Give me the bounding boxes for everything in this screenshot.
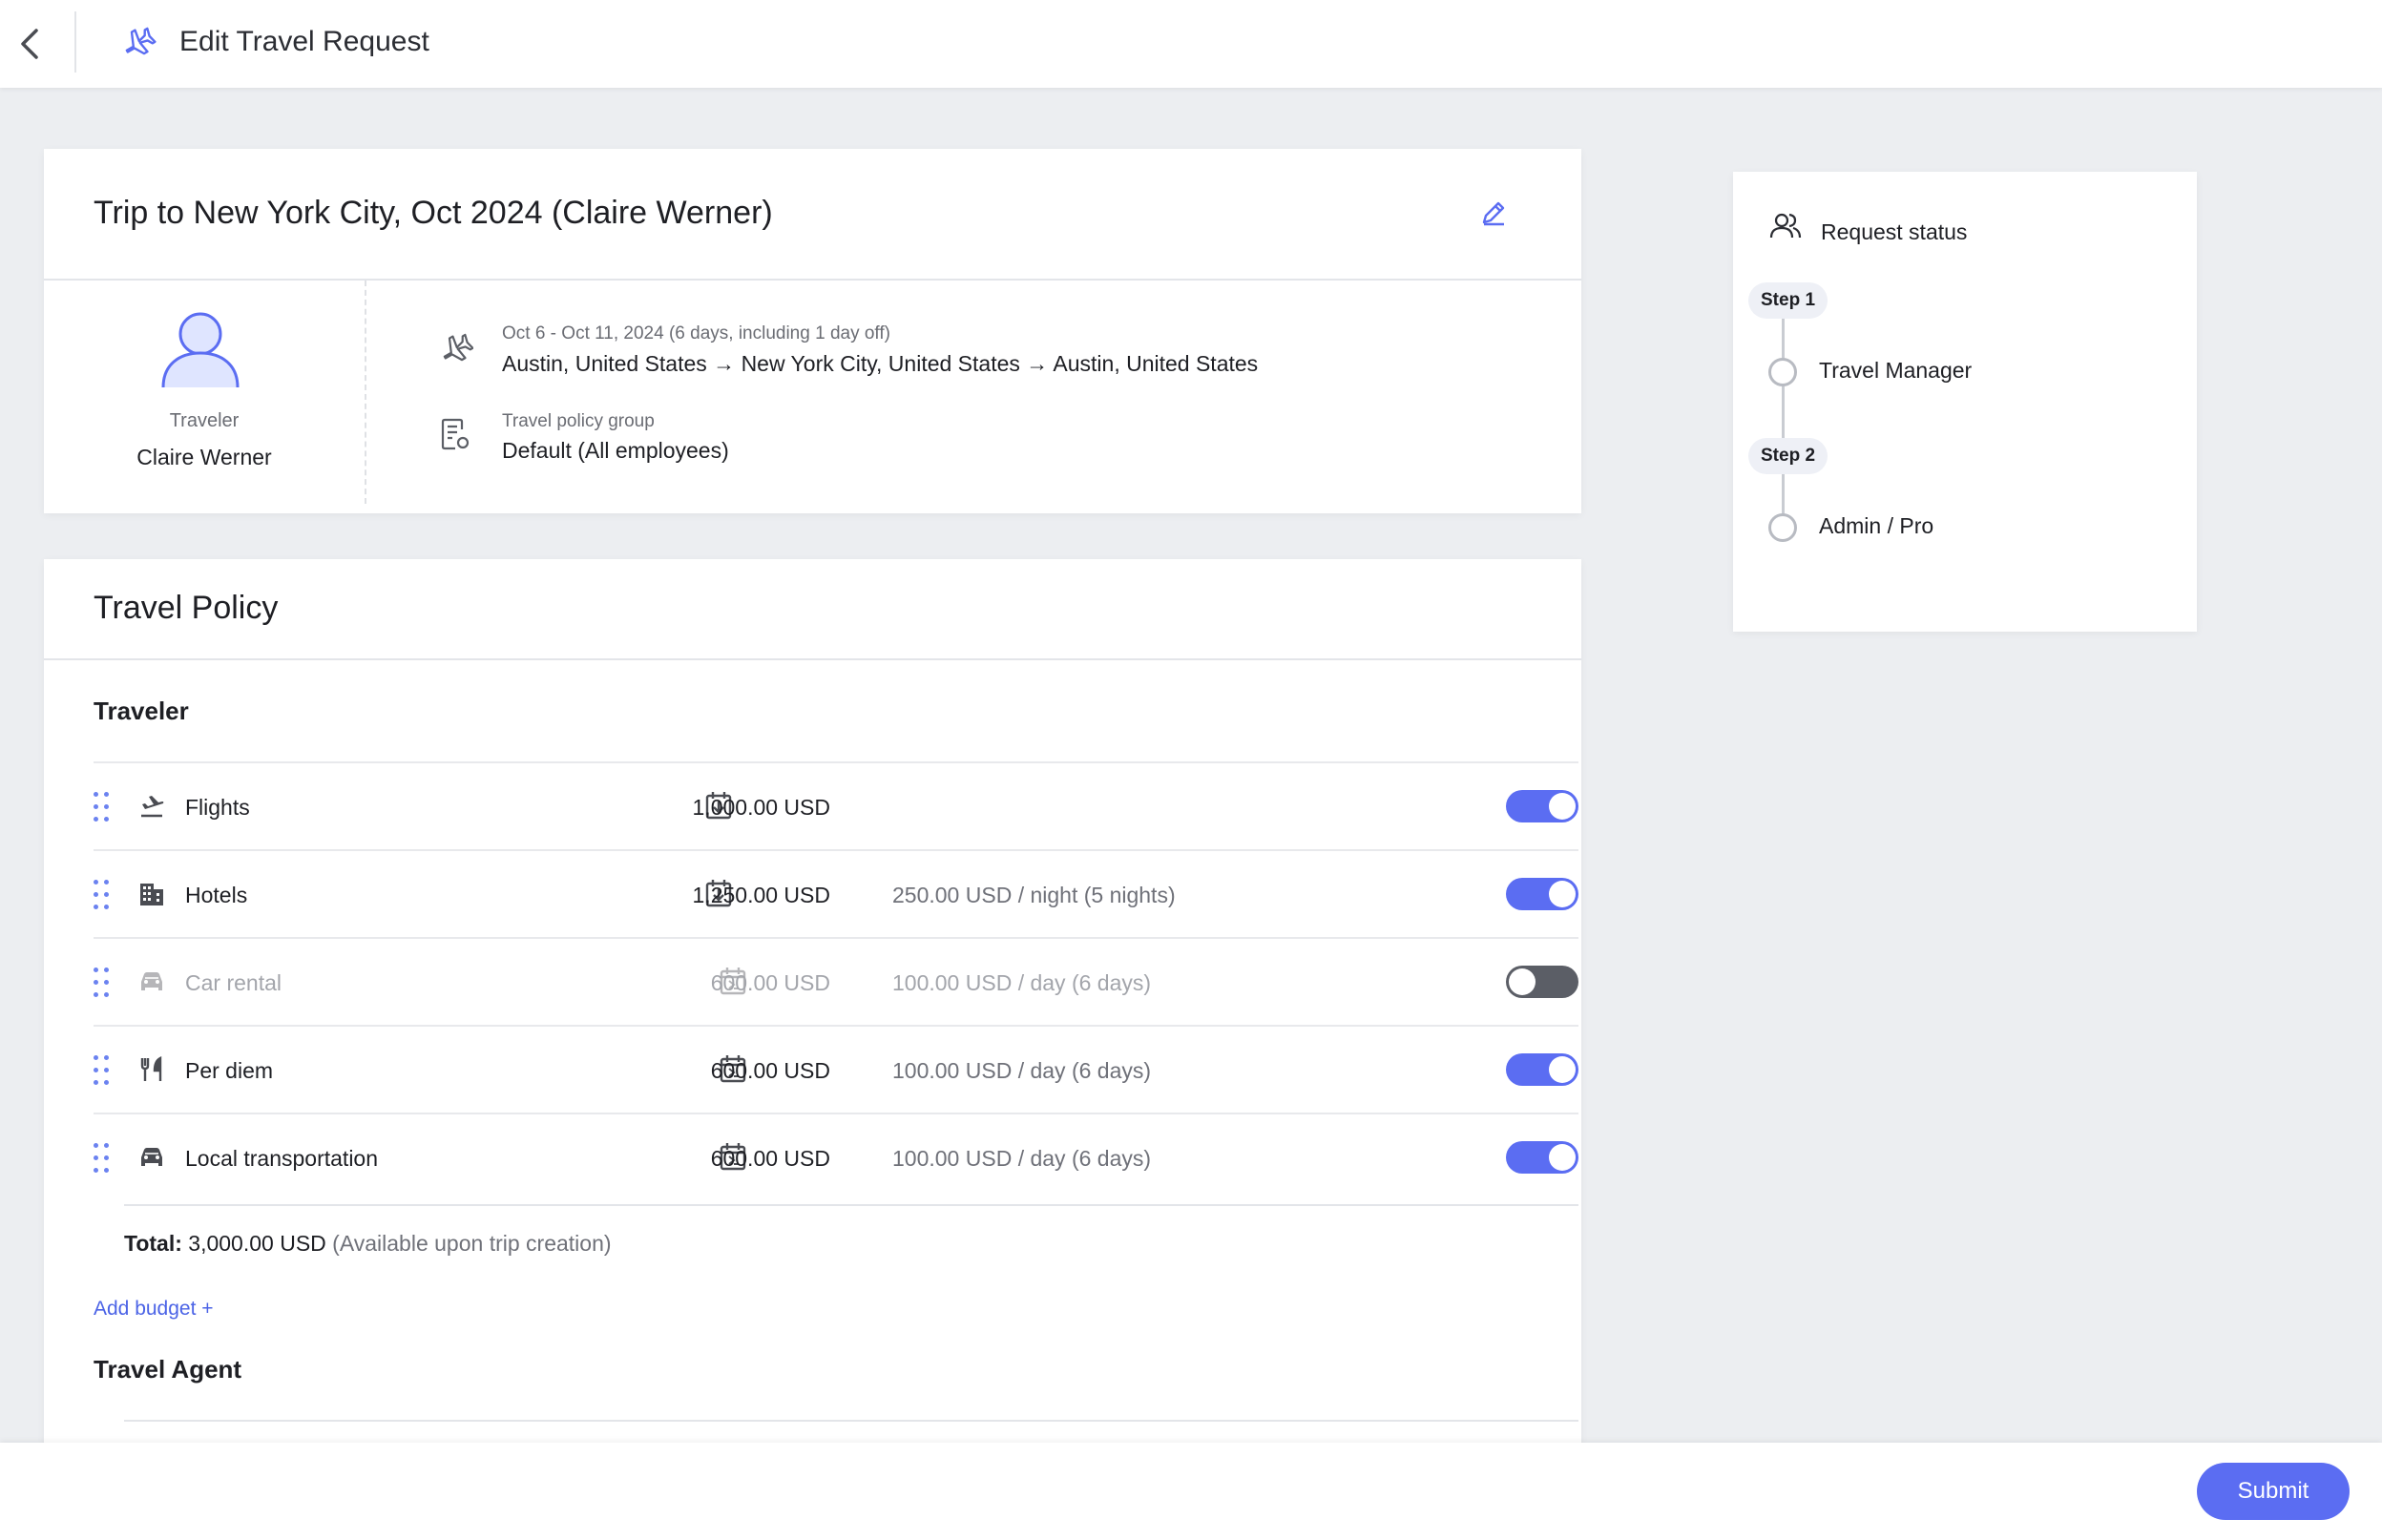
trip-route: Austin, United States → New York City, U… bbox=[502, 351, 1259, 376]
toggle-knob bbox=[1549, 1144, 1576, 1171]
traveler-label: Traveler bbox=[169, 410, 240, 431]
budget-rate: 100.00 USD / day (6 days) bbox=[892, 1058, 1152, 1083]
policy-group-value: Default (All employees) bbox=[502, 438, 729, 463]
add-budget-link[interactable]: Add budget + bbox=[94, 1298, 214, 1321]
chevron-left-icon bbox=[21, 29, 38, 59]
budget-amount: 1,250.00 USD bbox=[692, 883, 830, 907]
budget-total: Total: 3,000.00 USD (Available upon trip… bbox=[124, 1231, 612, 1257]
card-divider bbox=[44, 279, 1581, 281]
budget-row-hotels: Hotels 1,250.00 USD 250.00 USD / night (… bbox=[94, 849, 1578, 937]
step-approver: Travel Manager bbox=[1819, 358, 1973, 383]
request-status-card: Request status Step 1 Travel Manager Ste… bbox=[1733, 172, 2197, 632]
travel-policy-card: Travel Policy Traveler Flights 1,000.00 … bbox=[44, 559, 1581, 1540]
travel-agent-section-heading: Travel Agent bbox=[94, 1355, 242, 1384]
step-connector bbox=[1782, 317, 1785, 525]
agent-divider bbox=[124, 1420, 1578, 1422]
top-bar: Edit Travel Request bbox=[0, 0, 2382, 88]
step-badge: Step 1 bbox=[1748, 282, 1828, 319]
card-divider bbox=[44, 658, 1581, 660]
submit-button[interactable]: Submit bbox=[2197, 1463, 2350, 1520]
step-badge: Step 2 bbox=[1748, 438, 1828, 474]
budget-row-per-diem: Per diem 600.00 USD 100.00 USD / day (6 … bbox=[94, 1025, 1578, 1113]
toggle-knob bbox=[1509, 968, 1536, 995]
budget-toggle[interactable] bbox=[1506, 1053, 1578, 1086]
total-value: 3,000.00 USD bbox=[188, 1231, 326, 1256]
budget-toggle[interactable] bbox=[1506, 1141, 1578, 1174]
traveler-avatar-icon bbox=[161, 312, 240, 388]
rows-divider bbox=[124, 1204, 1578, 1206]
budget-toggle[interactable] bbox=[1506, 966, 1578, 998]
back-button[interactable] bbox=[10, 23, 52, 65]
budget-rate: 100.00 USD / day (6 days) bbox=[892, 970, 1152, 995]
traveler-name: Claire Werner bbox=[136, 445, 272, 469]
trip-dates: Oct 6 - Oct 11, 2024 (6 days, including … bbox=[502, 323, 890, 343]
budget-amount: 600.00 USD bbox=[710, 1058, 830, 1083]
budget-amount: 1,000.00 USD bbox=[692, 795, 830, 820]
users-icon bbox=[1769, 213, 1802, 239]
status-title: Request status bbox=[1821, 219, 1968, 244]
footer-bar: Submit bbox=[0, 1443, 2382, 1540]
budget-toggle[interactable] bbox=[1506, 790, 1578, 822]
policy-group-label: Travel policy group bbox=[502, 411, 655, 431]
toggle-knob bbox=[1549, 1056, 1576, 1083]
total-note: (Available upon trip creation) bbox=[332, 1231, 612, 1256]
budget-rate: 100.00 USD / day (6 days) bbox=[892, 1146, 1152, 1171]
travel-policy-title: Travel Policy bbox=[94, 590, 279, 626]
step-approver: Admin / Pro bbox=[1819, 513, 1934, 538]
budget-amount: 600.00 USD bbox=[710, 1146, 830, 1171]
pencil-icon bbox=[1482, 201, 1505, 226]
header-divider bbox=[74, 11, 76, 73]
budget-amount: 600.00 USD bbox=[710, 970, 830, 995]
budget-row-local-transportation: Local transportation 600.00 USD 100.00 U… bbox=[94, 1113, 1578, 1200]
toggle-knob bbox=[1549, 881, 1576, 907]
step-circle-icon bbox=[1768, 513, 1797, 542]
budget-row-car-rental: Car rental 600.00 USD 100.00 USD / day (… bbox=[94, 937, 1578, 1025]
airplane-icon bbox=[125, 27, 157, 55]
trip-summary-card: Trip to New York City, Oct 2024 (Claire … bbox=[44, 149, 1581, 513]
total-label: Total: bbox=[124, 1231, 182, 1256]
budget-toggle[interactable] bbox=[1506, 878, 1578, 910]
step-circle-icon bbox=[1768, 358, 1797, 386]
toggle-knob bbox=[1549, 793, 1576, 820]
policy-document-icon bbox=[441, 418, 470, 450]
edit-trip-button[interactable] bbox=[1479, 198, 1508, 227]
traveler-section-heading: Traveler bbox=[94, 697, 189, 725]
airplane-icon bbox=[443, 333, 473, 362]
budget-rate: 250.00 USD / night (5 nights) bbox=[892, 883, 1176, 907]
traveler-divider bbox=[365, 281, 366, 504]
trip-title: Trip to New York City, Oct 2024 (Claire … bbox=[94, 195, 773, 231]
page-title: Edit Travel Request bbox=[179, 26, 429, 57]
budget-row-flights: Flights 1,000.00 USD bbox=[94, 761, 1578, 849]
